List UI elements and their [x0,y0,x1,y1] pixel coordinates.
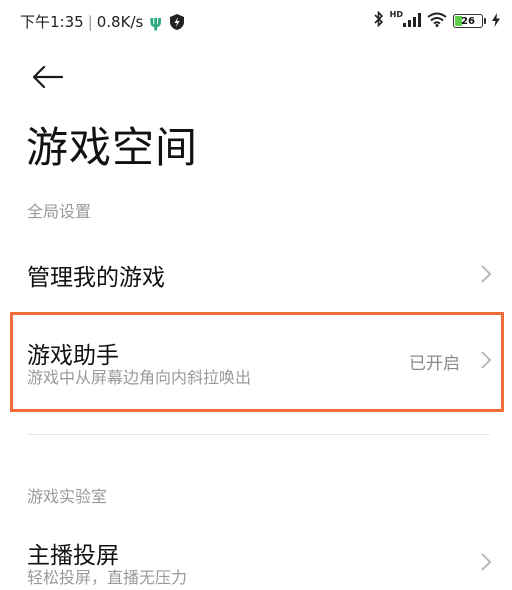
wifi-icon [427,12,447,31]
status-left: 下午1:35 | 0.8K/s ψ [20,11,185,32]
hd-label: HD [389,10,403,19]
bluetooth-icon [374,10,384,31]
game-assistant-subtitle: 游戏中从屏幕边角向内斜拉唤出 [27,368,252,387]
charging-icon [492,12,500,31]
section-header-global: 全局设置 [27,202,92,221]
game-assistant-status: 已开启 [409,354,460,374]
status-net-speed: 0.8K/s [96,12,144,31]
divider [27,434,490,435]
arrow-left-icon [32,65,64,89]
chevron-right-icon [481,265,492,283]
section-header-lab: 游戏实验室 [27,487,108,506]
battery-tip [484,18,486,24]
game-assistant-item[interactable]: 游戏助手 游戏中从屏幕边角向内斜拉唤出 已开启 [0,316,512,410]
status-right: HD 26 [374,10,500,32]
chevron-right-icon [481,553,492,571]
status-separator: | [87,12,93,31]
streaming-item[interactable]: 主播投屏 轻松投屏，直播无压力 [0,520,512,590]
chevron-right-icon [481,351,492,369]
signal-icon [403,12,421,31]
usb-icon: ψ [149,12,163,31]
manage-games-title: 管理我的游戏 [27,265,165,291]
shield-icon [170,13,185,30]
status-time: 下午1:35 [20,13,84,31]
manage-games-item[interactable]: 管理我的游戏 [0,234,512,312]
battery-level: 26 [461,15,475,27]
streaming-subtitle: 轻松投屏，直播无压力 [27,568,188,587]
battery-icon: 26 [453,14,483,28]
status-bar: 下午1:35 | 0.8K/s ψ HD 26 [0,0,512,44]
page-title: 游戏空间 [26,123,199,172]
back-button[interactable] [30,62,66,92]
